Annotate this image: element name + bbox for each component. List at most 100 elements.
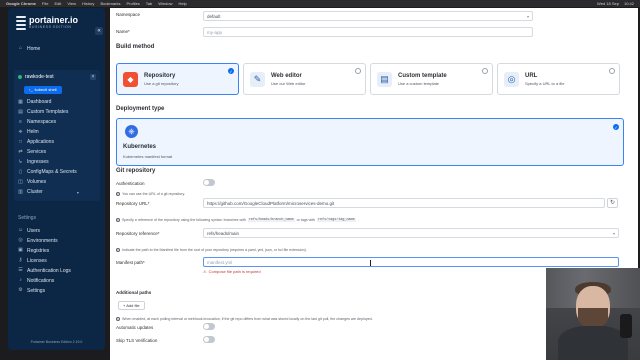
authentication-label: Authentication: [116, 181, 145, 186]
automatic-updates-toggle[interactable]: [203, 323, 215, 330]
sidebar-item-dashboard[interactable]: ▦ Dashboard: [18, 99, 51, 105]
sidebar-footer-version: Portainer Business Edition 2.19.0: [30, 340, 83, 344]
route-icon: ↳: [18, 159, 23, 165]
menu-file[interactable]: File: [42, 0, 48, 7]
card-subtitle: Use a custom template: [398, 81, 439, 86]
server-icon: ▥: [18, 189, 23, 195]
skip-tls-label: Skip TLS Verification: [116, 338, 158, 343]
sidebar-item-authentication-logs[interactable]: ☰ Authentication Logs: [18, 266, 71, 275]
menu-edit[interactable]: Edit: [54, 0, 61, 7]
sidebar-item-volumes[interactable]: ◫ Volumes: [18, 179, 46, 185]
menu-bookmarks[interactable]: Bookmarks: [100, 0, 120, 7]
sidebar-item-cluster[interactable]: ▥ Cluster ▾: [18, 189, 79, 195]
git-repository-heading: Git repository: [116, 168, 156, 174]
card-title: Kubernetes: [123, 144, 157, 150]
repository-reference-select[interactable]: refs/heads/main ▾: [203, 228, 619, 238]
sidebar-item-services[interactable]: ⇄ Services: [18, 149, 46, 155]
sidebar-item-environments[interactable]: ◎ Environments: [18, 236, 57, 245]
radio-unchecked-icon[interactable]: [609, 68, 615, 74]
sidebar-item-helm[interactable]: ⎈ Helm: [18, 129, 38, 135]
sidebar-item-label: Users: [27, 227, 41, 234]
sidebar-item-home[interactable]: ⌂ Home: [18, 44, 40, 53]
sidebar-item-label: Home: [27, 45, 41, 52]
key-icon: ⚷: [18, 257, 23, 263]
sidebar-item-settings[interactable]: ⚙ Settings: [18, 286, 45, 295]
sidebar-item-configmaps[interactable]: ▯ ConfigMaps & Secrets: [18, 169, 77, 175]
logo-edition: BUSINESS EDITION: [29, 25, 72, 29]
authentication-toggle[interactable]: [203, 179, 215, 186]
sidebar-item-namespaces[interactable]: ≡ Namespaces: [18, 119, 56, 125]
deployment-type-kubernetes[interactable]: ⎈ Kubernetes Kubernetes manifest format …: [116, 118, 624, 166]
menu-window[interactable]: Window: [158, 0, 172, 7]
sidebar-item-custom-templates[interactable]: ▤ Custom Templates: [18, 109, 68, 115]
radio-checked-icon[interactable]: ✓: [228, 68, 234, 74]
menu-help[interactable]: Help: [178, 0, 186, 7]
sidebar-item-label: Cluster: [27, 189, 43, 195]
kubernetes-env-icon: [18, 75, 22, 79]
environment-name: rawkode-test: [25, 74, 54, 80]
hint-text: .: [357, 218, 359, 222]
menu-app-name[interactable]: Google Chrome: [6, 0, 36, 7]
hint-text: Specify a reference of the repository us…: [122, 218, 246, 222]
box-icon: □: [18, 139, 23, 145]
namespace-label: Namespace: [116, 12, 141, 17]
card-subtitle: Specify a URL to a file: [525, 81, 565, 86]
menu-history[interactable]: History: [82, 0, 94, 7]
bell-icon: ♪: [19, 277, 22, 283]
repository-reference-label: Repository reference*: [116, 231, 160, 236]
build-method-url[interactable]: ◎ URL Specify a URL to a file: [497, 63, 620, 95]
hint-code: refs/heads/branch_name: [247, 218, 295, 222]
menu-profiles[interactable]: Profiles: [126, 0, 139, 7]
sidebar-collapse-button[interactable]: «: [95, 27, 103, 35]
sidebar-item-ingresses[interactable]: ↳ Ingresses: [18, 159, 48, 165]
name-input[interactable]: my-app: [203, 27, 533, 37]
users-icon: ☺: [18, 227, 24, 233]
radio-unchecked-icon[interactable]: [355, 68, 361, 74]
sidebar-item-label: Applications: [27, 139, 54, 145]
manifest-path-input[interactable]: manifest.yml: [203, 257, 619, 267]
error-text: Compose file path is required: [208, 269, 261, 274]
menu-view[interactable]: View: [67, 0, 76, 7]
sidebar-item-label: Registries: [27, 247, 50, 254]
build-method-web-editor[interactable]: ✎ Web editor Use our Web editor: [243, 63, 366, 95]
repository-reference-value: refs/heads/main: [207, 231, 240, 236]
repository-url-input[interactable]: https://github.com/GoogleCloudPlatform/m…: [203, 198, 605, 208]
webcam-person-beard: [578, 308, 608, 328]
name-label: Name*: [116, 29, 130, 34]
environment-header[interactable]: rawkode-test: [18, 74, 54, 80]
radio-unchecked-icon[interactable]: [482, 68, 488, 74]
sidebar-item-licenses[interactable]: ⚷ Licenses: [18, 256, 47, 265]
card-title: Repository: [144, 73, 176, 79]
webcam-overlay: [546, 268, 640, 360]
sidebar-item-notifications[interactable]: ♪ Notifications: [18, 276, 54, 285]
webcam-person-body: [558, 326, 628, 360]
close-environment-button[interactable]: ×: [90, 74, 96, 80]
sidebar-item-registries[interactable]: ▣ Registries: [18, 246, 49, 255]
gear-icon: ⚙: [18, 287, 23, 293]
build-method-repository[interactable]: ◆ Repository Use a git repository ✓: [116, 63, 239, 95]
kubectl-shell-button[interactable]: ›_ kubectl shell: [24, 86, 62, 94]
skip-tls-toggle[interactable]: [203, 336, 215, 343]
hint-text: You can use the URL of a git repository.: [122, 192, 185, 196]
sidebar-item-applications[interactable]: □ Applications: [18, 139, 54, 145]
add-file-button[interactable]: + Add file: [118, 301, 145, 310]
portainer-logo[interactable]: portainer.io BUSINESS EDITION: [16, 16, 78, 30]
edit-icon: ✎: [250, 72, 265, 87]
info-icon: i: [116, 248, 120, 252]
radio-checked-icon[interactable]: ✓: [613, 124, 619, 130]
chevron-down-icon: ▾: [612, 231, 615, 236]
hint-text: or tags with: [296, 218, 316, 222]
sidebar-item-users[interactable]: ☺ Users: [18, 226, 40, 235]
log-icon: ☰: [18, 267, 23, 273]
sidebar-item-label: Licenses: [27, 257, 47, 264]
card-subtitle: Use our Web editor: [271, 81, 306, 86]
kubernetes-icon: ⎈: [125, 125, 138, 138]
namespace-select[interactable]: default ▾: [203, 11, 533, 21]
build-method-custom-template[interactable]: ▤ Custom template Use a custom template: [370, 63, 493, 95]
sidebar-item-label: Custom Templates: [27, 109, 69, 115]
refresh-icon[interactable]: ↻: [607, 198, 618, 208]
menu-time: 10:42: [623, 1, 634, 6]
file-icon: ▯: [19, 169, 22, 175]
menu-tab[interactable]: Tab: [146, 0, 152, 7]
card-title: Custom template: [398, 73, 447, 79]
